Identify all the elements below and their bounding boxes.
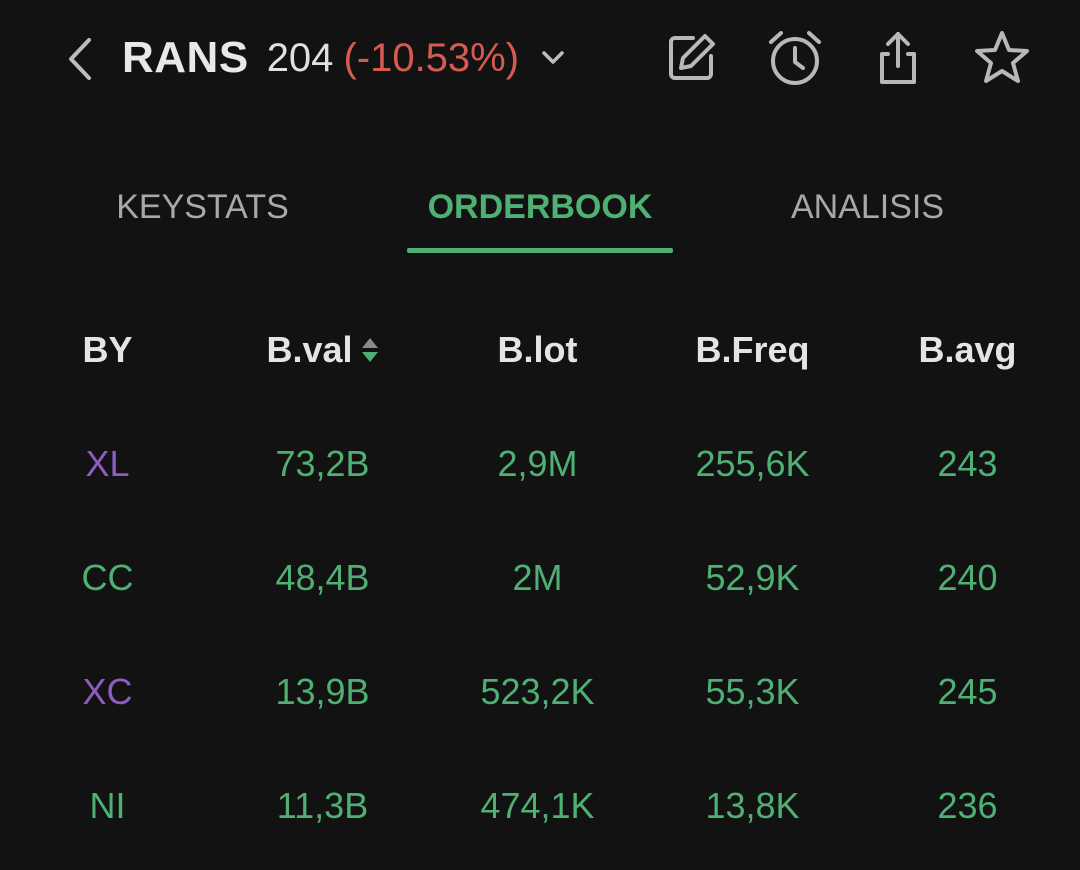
buy-lot: 2,9M: [497, 443, 578, 484]
table-row[interactable]: XC 13,9B 523,2K 55,3K 245: [0, 642, 1080, 742]
broker-code: CC: [81, 557, 134, 598]
ticker-symbol: RANS: [122, 33, 249, 82]
tab-orderbook[interactable]: ORDERBOOK: [407, 188, 673, 227]
tab-keystats[interactable]: KEYSTATS: [95, 188, 310, 227]
column-header-bval[interactable]: B.val: [215, 300, 430, 400]
buy-average: 245: [937, 671, 998, 712]
column-header-by[interactable]: BY: [30, 300, 185, 400]
top-bar: RANS 204 (-10.53%): [0, 0, 1080, 120]
buy-average: 236: [937, 785, 998, 826]
price-change: (-10.53%): [343, 35, 520, 80]
buy-value: 48,4B: [275, 557, 370, 598]
broker-code: XL: [85, 443, 130, 484]
stock-dropdown[interactable]: [541, 50, 565, 66]
buy-value: 13,9B: [275, 671, 370, 712]
buy-lot: 523,2K: [480, 671, 595, 712]
buy-lot: 2M: [512, 557, 563, 598]
table-row[interactable]: XL 73,2B 2,9M 255,6K 243: [0, 414, 1080, 514]
column-header-bavg[interactable]: B.avg: [860, 300, 1075, 400]
buy-frequency: 255,6K: [695, 443, 810, 484]
edit-icon: [669, 34, 715, 80]
table-header: BY B.val B.lot B.Freq B.avg: [0, 300, 1080, 400]
buy-average: 240: [937, 557, 998, 598]
broker-code: XC: [82, 671, 133, 712]
share-button[interactable]: [868, 28, 928, 88]
alarm-button[interactable]: [765, 28, 825, 88]
share-icon: [880, 32, 916, 84]
buy-value: 11,3B: [276, 785, 369, 826]
tab-bar: KEYSTATS ORDERBOOK ANALISIS: [0, 170, 1080, 260]
broker-code: NI: [89, 785, 126, 826]
favorite-button[interactable]: [972, 28, 1032, 88]
active-tab-indicator: [407, 248, 673, 253]
edit-button[interactable]: [661, 28, 721, 88]
stock-title[interactable]: RANS 204 (-10.53%): [122, 28, 565, 88]
table-row[interactable]: NI 11,3B 474,1K 13,8K 236: [0, 756, 1080, 856]
back-chevron-icon: [69, 38, 91, 80]
buy-frequency: 13,8K: [705, 785, 800, 826]
buy-frequency: 52,9K: [705, 557, 800, 598]
buy-average: 243: [937, 443, 998, 484]
buy-lot: 474,1K: [480, 785, 595, 826]
star-icon: [975, 31, 1029, 83]
tab-analisis[interactable]: ANALISIS: [760, 188, 975, 227]
column-header-blot[interactable]: B.lot: [430, 300, 645, 400]
chevron-down-icon: [542, 51, 564, 64]
buy-frequency: 55,3K: [705, 671, 800, 712]
last-price: 204: [266, 35, 334, 80]
column-header-bfreq[interactable]: B.Freq: [645, 300, 860, 400]
sort-icon: [361, 335, 379, 365]
buy-value: 73,2B: [275, 443, 370, 484]
table-row[interactable]: CC 48,4B 2M 52,9K 240: [0, 528, 1080, 628]
alarm-icon: [769, 31, 821, 85]
back-button[interactable]: [58, 34, 102, 84]
